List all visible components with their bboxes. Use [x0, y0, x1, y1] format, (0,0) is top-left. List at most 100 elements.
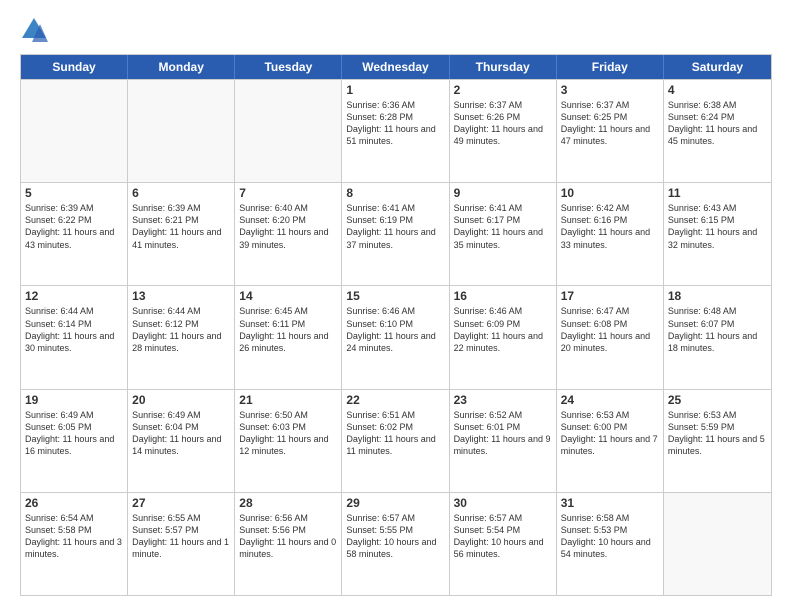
- calendar-row-1: 1 Sunrise: 6:36 AMSunset: 6:28 PMDaylight…: [21, 79, 771, 182]
- cell-info: Sunrise: 6:41 AMSunset: 6:19 PMDaylight:…: [346, 202, 444, 251]
- calendar-cell: 15 Sunrise: 6:46 AMSunset: 6:10 PMDayligh…: [342, 286, 449, 388]
- day-number: 26: [25, 496, 123, 510]
- calendar-cell: 28Sunrise: 6:56 AMSunset: 5:56 PMDayligh…: [235, 493, 342, 595]
- cell-info: Sunrise: 6:57 AMSunset: 5:54 PMDaylight:…: [454, 512, 552, 561]
- cell-info: Sunrise: 6:43 AMSunset: 6:15 PMDaylight:…: [668, 202, 767, 251]
- day-number: 15: [346, 289, 444, 303]
- cell-info: Sunrise: 6:53 AMSunset: 6:00 PMDaylight:…: [561, 409, 659, 458]
- cell-info: Sunrise: 6:37 AMSunset: 6:25 PMDaylight:…: [561, 99, 659, 148]
- calendar-cell: [664, 493, 771, 595]
- day-number: 5: [25, 186, 123, 200]
- day-number: 6: [132, 186, 230, 200]
- cell-info: Sunrise: 6:52 AMSunset: 6:01 PMDaylight:…: [454, 409, 552, 458]
- day-number: 12: [25, 289, 123, 303]
- calendar-row-5: 26 Sunrise: 6:54 AMSunset: 5:58 PMDayligh…: [21, 492, 771, 595]
- header-day-friday: Friday: [557, 55, 664, 79]
- page: SundayMondayTuesdayWednesdayThursdayFrid…: [0, 0, 792, 612]
- calendar-cell: 29Sunrise: 6:57 AMSunset: 5:55 PMDayligh…: [342, 493, 449, 595]
- calendar-cell: 24 Sunrise: 6:53 AMSunset: 6:00 PMDayligh…: [557, 390, 664, 492]
- day-number: 22: [346, 393, 444, 407]
- header-day-sunday: Sunday: [21, 55, 128, 79]
- calendar-cell: 18 Sunrise: 6:48 AMSunset: 6:07 PMDayligh…: [664, 286, 771, 388]
- cell-info: Sunrise: 6:39 AMSunset: 6:21 PMDaylight:…: [132, 202, 230, 251]
- calendar: SundayMondayTuesdayWednesdayThursdayFrid…: [20, 54, 772, 596]
- day-number: 3: [561, 83, 659, 97]
- day-number: 8: [346, 186, 444, 200]
- calendar-cell: 16 Sunrise: 6:46 AMSunset: 6:09 PMDayligh…: [450, 286, 557, 388]
- calendar-row-2: 5Sunrise: 6:39 AMSunset: 6:22 PMDaylight…: [21, 182, 771, 285]
- cell-info: Sunrise: 6:49 AMSunset: 6:04 PMDaylight:…: [132, 409, 230, 458]
- day-number: 4: [668, 83, 767, 97]
- cell-info: Sunrise: 6:56 AMSunset: 5:56 PMDaylight:…: [239, 512, 337, 561]
- calendar-cell: 10Sunrise: 6:42 AMSunset: 6:16 PMDayligh…: [557, 183, 664, 285]
- day-number: 14: [239, 289, 337, 303]
- cell-info: Sunrise: 6:51 AMSunset: 6:02 PMDaylight:…: [346, 409, 444, 458]
- calendar-row-3: 12 Sunrise: 6:44 AMSunset: 6:14 PMDayligh…: [21, 285, 771, 388]
- cell-info: Sunrise: 6:37 AMSunset: 6:26 PMDaylight:…: [454, 99, 552, 148]
- cell-info: Sunrise: 6:50 AMSunset: 6:03 PMDaylight:…: [239, 409, 337, 458]
- calendar-cell: 30Sunrise: 6:57 AMSunset: 5:54 PMDayligh…: [450, 493, 557, 595]
- header-day-tuesday: Tuesday: [235, 55, 342, 79]
- calendar-cell: [235, 80, 342, 182]
- cell-info: Sunrise: 6:54 AMSunset: 5:58 PMDaylight:…: [25, 512, 123, 561]
- header-day-monday: Monday: [128, 55, 235, 79]
- calendar-cell: 21 Sunrise: 6:50 AMSunset: 6:03 PMDayligh…: [235, 390, 342, 492]
- cell-info: Sunrise: 6:42 AMSunset: 6:16 PMDaylight:…: [561, 202, 659, 251]
- calendar-cell: 9 Sunrise: 6:41 AMSunset: 6:17 PMDaylight…: [450, 183, 557, 285]
- day-number: 19: [25, 393, 123, 407]
- day-number: 2: [454, 83, 552, 97]
- header-day-wednesday: Wednesday: [342, 55, 449, 79]
- cell-info: Sunrise: 6:45 AMSunset: 6:11 PMDaylight:…: [239, 305, 337, 354]
- calendar-cell: 17Sunrise: 6:47 AMSunset: 6:08 PMDayligh…: [557, 286, 664, 388]
- day-number: 7: [239, 186, 337, 200]
- calendar-cell: 7 Sunrise: 6:40 AMSunset: 6:20 PMDaylight…: [235, 183, 342, 285]
- calendar-cell: 2 Sunrise: 6:37 AMSunset: 6:26 PMDaylight…: [450, 80, 557, 182]
- cell-info: Sunrise: 6:58 AMSunset: 5:53 PMDaylight:…: [561, 512, 659, 561]
- calendar-header: SundayMondayTuesdayWednesdayThursdayFrid…: [21, 55, 771, 79]
- cell-info: Sunrise: 6:38 AMSunset: 6:24 PMDaylight:…: [668, 99, 767, 148]
- day-number: 24: [561, 393, 659, 407]
- day-number: 20: [132, 393, 230, 407]
- calendar-cell: 19 Sunrise: 6:49 AMSunset: 6:05 PMDayligh…: [21, 390, 128, 492]
- cell-info: Sunrise: 6:49 AMSunset: 6:05 PMDaylight:…: [25, 409, 123, 458]
- day-number: 16: [454, 289, 552, 303]
- calendar-cell: 8 Sunrise: 6:41 AMSunset: 6:19 PMDaylight…: [342, 183, 449, 285]
- cell-info: Sunrise: 6:44 AMSunset: 6:12 PMDaylight:…: [132, 305, 230, 354]
- cell-info: Sunrise: 6:46 AMSunset: 6:10 PMDaylight:…: [346, 305, 444, 354]
- cell-info: Sunrise: 6:57 AMSunset: 5:55 PMDaylight:…: [346, 512, 444, 561]
- calendar-cell: 26 Sunrise: 6:54 AMSunset: 5:58 PMDayligh…: [21, 493, 128, 595]
- calendar-row-4: 19 Sunrise: 6:49 AMSunset: 6:05 PMDayligh…: [21, 389, 771, 492]
- header-day-saturday: Saturday: [664, 55, 771, 79]
- cell-info: Sunrise: 6:36 AMSunset: 6:28 PMDaylight:…: [346, 99, 444, 148]
- calendar-cell: [21, 80, 128, 182]
- day-number: 18: [668, 289, 767, 303]
- day-number: 21: [239, 393, 337, 407]
- calendar-cell: [128, 80, 235, 182]
- header-day-thursday: Thursday: [450, 55, 557, 79]
- cell-info: Sunrise: 6:55 AMSunset: 5:57 PMDaylight:…: [132, 512, 230, 561]
- calendar-cell: 22 Sunrise: 6:51 AMSunset: 6:02 PMDayligh…: [342, 390, 449, 492]
- calendar-cell: 3 Sunrise: 6:37 AMSunset: 6:25 PMDaylight…: [557, 80, 664, 182]
- day-number: 1: [346, 83, 444, 97]
- cell-info: Sunrise: 6:44 AMSunset: 6:14 PMDaylight:…: [25, 305, 123, 354]
- day-number: 11: [668, 186, 767, 200]
- calendar-cell: 14 Sunrise: 6:45 AMSunset: 6:11 PMDayligh…: [235, 286, 342, 388]
- cell-info: Sunrise: 6:46 AMSunset: 6:09 PMDaylight:…: [454, 305, 552, 354]
- cell-info: Sunrise: 6:41 AMSunset: 6:17 PMDaylight:…: [454, 202, 552, 251]
- day-number: 31: [561, 496, 659, 510]
- calendar-cell: 4 Sunrise: 6:38 AMSunset: 6:24 PMDaylight…: [664, 80, 771, 182]
- calendar-cell: 12 Sunrise: 6:44 AMSunset: 6:14 PMDayligh…: [21, 286, 128, 388]
- day-number: 9: [454, 186, 552, 200]
- calendar-cell: 5Sunrise: 6:39 AMSunset: 6:22 PMDaylight…: [21, 183, 128, 285]
- calendar-cell: 13Sunrise: 6:44 AMSunset: 6:12 PMDayligh…: [128, 286, 235, 388]
- calendar-cell: 25 Sunrise: 6:53 AMSunset: 5:59 PMDayligh…: [664, 390, 771, 492]
- cell-info: Sunrise: 6:48 AMSunset: 6:07 PMDaylight:…: [668, 305, 767, 354]
- cell-info: Sunrise: 6:53 AMSunset: 5:59 PMDaylight:…: [668, 409, 767, 458]
- day-number: 17: [561, 289, 659, 303]
- calendar-cell: 20 Sunrise: 6:49 AMSunset: 6:04 PMDayligh…: [128, 390, 235, 492]
- day-number: 23: [454, 393, 552, 407]
- calendar-cell: 23 Sunrise: 6:52 AMSunset: 6:01 PMDayligh…: [450, 390, 557, 492]
- cell-info: Sunrise: 6:40 AMSunset: 6:20 PMDaylight:…: [239, 202, 337, 251]
- day-number: 25: [668, 393, 767, 407]
- calendar-cell: 1 Sunrise: 6:36 AMSunset: 6:28 PMDaylight…: [342, 80, 449, 182]
